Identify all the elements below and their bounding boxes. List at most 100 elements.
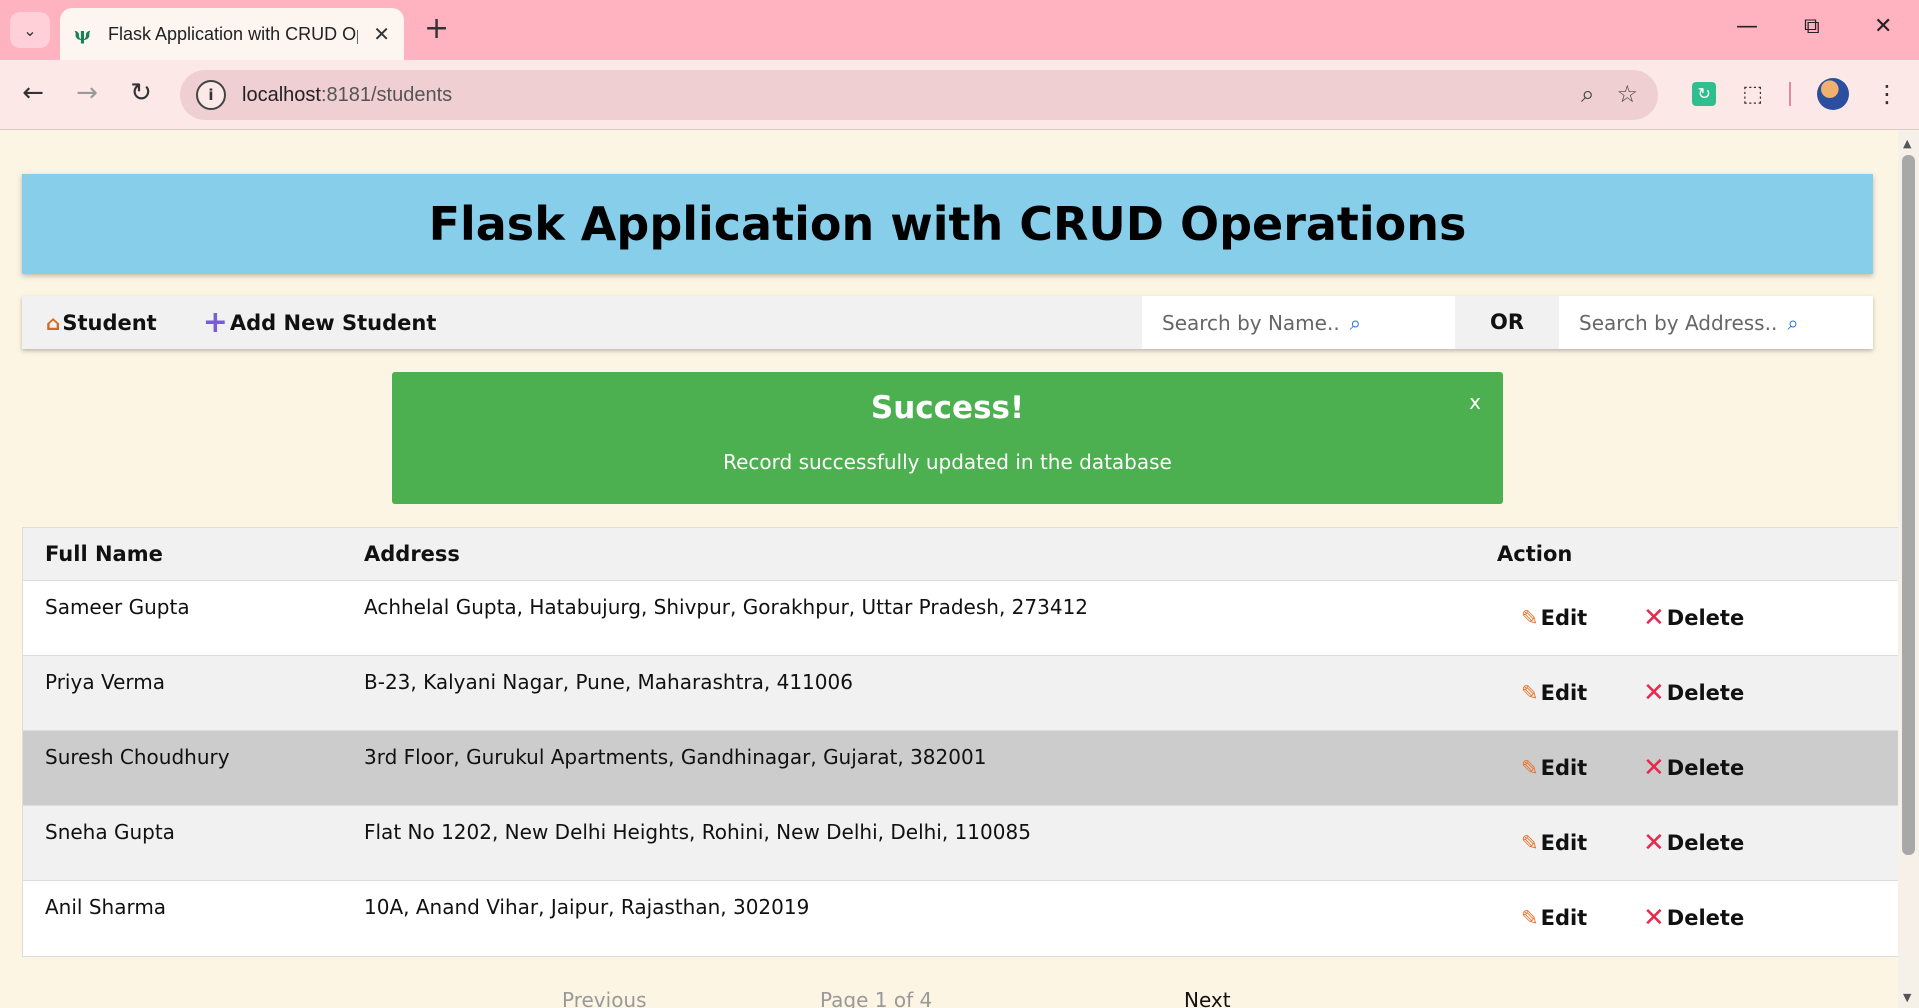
student-name: Priya Verma: [45, 670, 165, 694]
x-icon: ✕: [1643, 828, 1665, 858]
address-bar[interactable]: i localhost:8181/students ⌕ ☆: [180, 70, 1658, 120]
extensions-puzzle-icon[interactable]: ⬚: [1742, 82, 1763, 107]
search-icon: ⌕: [1787, 310, 1799, 335]
header-full-name: Full Name: [45, 542, 163, 566]
tab-search-button[interactable]: ⌄: [10, 12, 50, 48]
delete-button[interactable]: ✕ Delete: [1643, 753, 1744, 783]
table-row: Sneha Gupta Flat No 1202, New Delhi Heig…: [23, 806, 1898, 881]
x-icon: ✕: [1643, 603, 1665, 633]
student-address: 3rd Floor, Gurukul Apartments, Gandhinag…: [364, 745, 987, 769]
new-tab-button[interactable]: +: [424, 14, 449, 44]
student-name: Anil Sharma: [45, 895, 167, 919]
add-new-student-link[interactable]: + Add New Student: [202, 304, 437, 340]
edit-button[interactable]: ✎ Edit: [1521, 681, 1643, 705]
profile-avatar[interactable]: [1817, 78, 1849, 110]
students-table: Full Name Address Action Sameer Gupta Ac…: [22, 527, 1898, 957]
delete-button[interactable]: ✕ Delete: [1643, 828, 1744, 858]
delete-label: Delete: [1666, 606, 1745, 630]
active-tab[interactable]: ψ Flask Application with CRUD Operations…: [60, 8, 404, 60]
search-icon: ⌕: [1349, 310, 1361, 335]
table-header: Full Name Address Action: [23, 528, 1898, 581]
pencil-icon: ✎: [1521, 831, 1539, 855]
student-name: Sameer Gupta: [45, 595, 190, 619]
search-name-input[interactable]: Search by Name.. ⌕: [1142, 296, 1455, 349]
delete-label: Delete: [1666, 906, 1745, 930]
student-address: Flat No 1202, New Delhi Heights, Rohini,…: [364, 820, 1031, 844]
table-row: Anil Sharma 10A, Anand Vihar, Jaipur, Ra…: [23, 881, 1898, 956]
toolbar-divider: [1789, 82, 1791, 106]
edit-button[interactable]: ✎ Edit: [1521, 756, 1643, 780]
tab-strip: ⌄ ψ Flask Application with CRUD Operatio…: [0, 0, 1919, 60]
home-icon: ⌂: [46, 310, 61, 335]
plus-icon: +: [202, 304, 228, 340]
vertical-scrollbar[interactable]: ▲ ▼: [1898, 131, 1919, 1008]
tab-close-icon[interactable]: ✕: [373, 22, 390, 46]
edit-button[interactable]: ✎ Edit: [1521, 906, 1643, 930]
delete-label: Delete: [1666, 681, 1745, 705]
student-address: B-23, Kalyani Nagar, Pune, Maharashtra, …: [364, 670, 853, 694]
delete-label: Delete: [1666, 756, 1745, 780]
menu-bar: ⌂ Student + Add New Student Search by Na…: [22, 296, 1873, 349]
restore-button[interactable]: ⧉: [1804, 14, 1820, 39]
chevron-down-icon: ⌄: [23, 20, 37, 40]
student-link-label: Student: [62, 310, 157, 335]
alert-title: Success!: [870, 390, 1025, 426]
search-address-placeholder: Search by Address..: [1579, 310, 1778, 335]
page-indicator: Page 1 of 4: [820, 988, 933, 1008]
extension-icon[interactable]: ↻: [1692, 82, 1717, 106]
bookmark-star-icon[interactable]: ☆: [1616, 80, 1638, 108]
tab-title: Flask Application with CRUD Operations: [108, 23, 358, 44]
header-action: Action: [1497, 542, 1573, 566]
forward-button[interactable]: →: [70, 78, 104, 108]
student-name: Sneha Gupta: [45, 820, 175, 844]
scroll-up-arrow-icon[interactable]: ▲: [1903, 137, 1911, 150]
page-content: Flask Application with CRUD Operations ⌂…: [0, 131, 1898, 1008]
close-window-button[interactable]: ✕: [1874, 14, 1892, 39]
x-icon: ✕: [1643, 753, 1665, 783]
zoom-icon[interactable]: ⌕: [1581, 80, 1594, 108]
app-header: Flask Application with CRUD Operations: [22, 174, 1873, 274]
next-page-button[interactable]: Next: [1184, 988, 1231, 1008]
url-text[interactable]: localhost:8181/students: [242, 84, 452, 107]
flask-favicon-icon: ψ: [74, 24, 91, 45]
search-address-input[interactable]: Search by Address.. ⌕: [1559, 296, 1873, 349]
delete-button[interactable]: ✕ Delete: [1643, 678, 1744, 708]
edit-label: Edit: [1540, 906, 1588, 930]
pencil-icon: ✎: [1521, 606, 1539, 630]
edit-label: Edit: [1540, 606, 1588, 630]
edit-label: Edit: [1540, 831, 1588, 855]
delete-button[interactable]: ✕ Delete: [1643, 603, 1744, 633]
delete-button[interactable]: ✕ Delete: [1643, 903, 1744, 933]
student-address: Achhelal Gupta, Hatabujurg, Shivpur, Gor…: [364, 595, 1089, 619]
x-icon: ✕: [1643, 678, 1665, 708]
url-host: localhost: [242, 83, 321, 106]
student-address: 10A, Anand Vihar, Jaipur, Rajasthan, 302…: [364, 895, 810, 919]
student-link[interactable]: ⌂ Student: [46, 311, 157, 335]
pencil-icon: ✎: [1521, 756, 1539, 780]
student-name: Suresh Choudhury: [45, 745, 230, 769]
table-row: Suresh Choudhury 3rd Floor, Gurukul Apar…: [23, 731, 1898, 806]
url-path: :8181/students: [320, 83, 453, 106]
table-row: Sameer Gupta Achhelal Gupta, Hatabujurg,…: [23, 581, 1898, 656]
header-address: Address: [364, 542, 460, 566]
alert-close-button[interactable]: x: [1469, 390, 1481, 414]
edit-label: Edit: [1540, 681, 1588, 705]
search-name-placeholder: Search by Name..: [1162, 310, 1340, 335]
page-title: Flask Application with CRUD Operations: [428, 197, 1467, 251]
previous-page-button[interactable]: Previous: [562, 988, 647, 1008]
more-menu-icon[interactable]: ⋮: [1875, 80, 1899, 108]
or-label: OR: [1490, 310, 1525, 334]
back-button[interactable]: ←: [16, 78, 50, 108]
reload-button[interactable]: ↻: [124, 78, 158, 108]
x-icon: ✕: [1643, 903, 1665, 933]
site-info-icon[interactable]: i: [196, 80, 226, 110]
add-new-student-label: Add New Student: [229, 310, 437, 335]
edit-button[interactable]: ✎ Edit: [1521, 831, 1643, 855]
edit-button[interactable]: ✎ Edit: [1521, 606, 1643, 630]
edit-label: Edit: [1540, 756, 1588, 780]
scrollbar-thumb[interactable]: [1902, 155, 1915, 855]
scroll-down-arrow-icon[interactable]: ▼: [1903, 991, 1911, 1004]
alert-message: Record successfully updated in the datab…: [723, 450, 1172, 474]
pencil-icon: ✎: [1521, 681, 1539, 705]
minimize-button[interactable]: —: [1736, 14, 1758, 39]
